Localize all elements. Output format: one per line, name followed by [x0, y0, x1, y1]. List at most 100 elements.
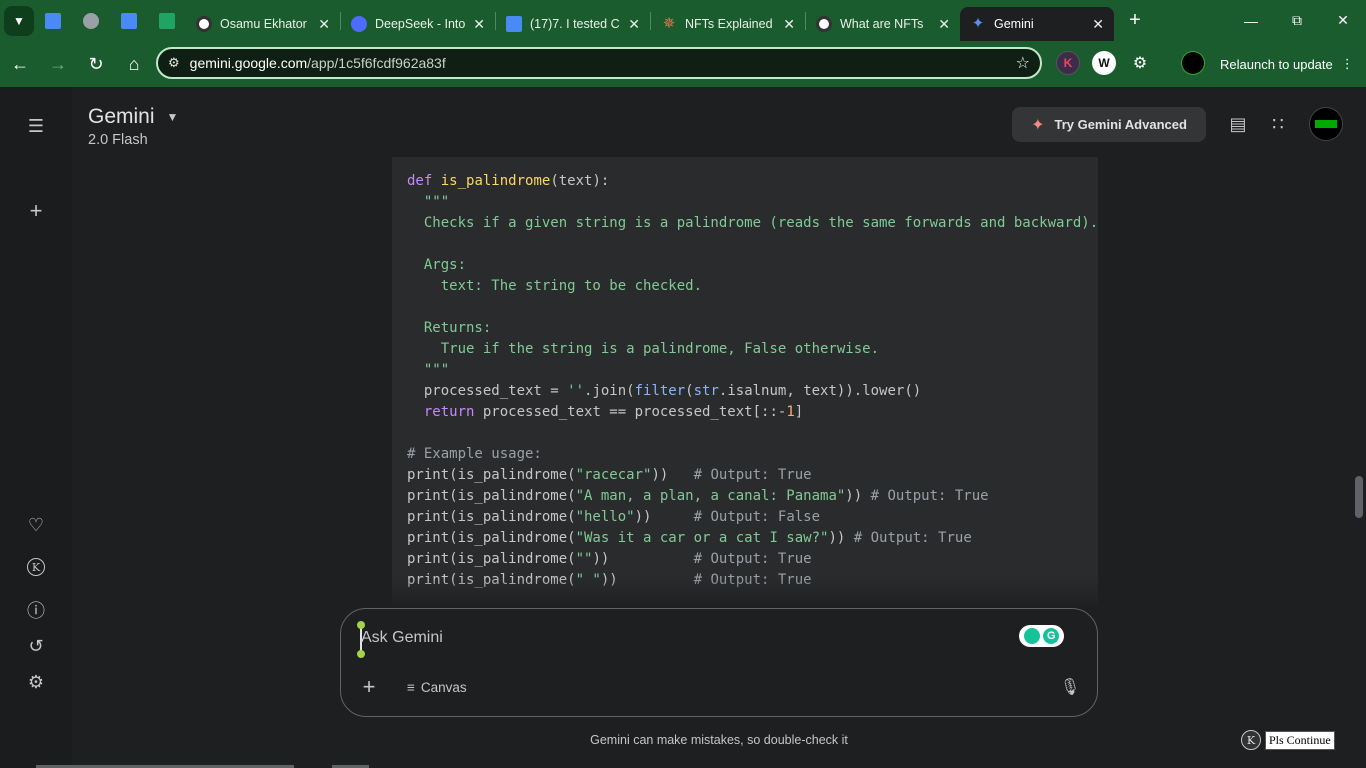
tab-title: (17)7. I tested C — [530, 17, 620, 31]
tab-gemini[interactable]: ✦ Gemini ✕ — [960, 7, 1114, 41]
close-icon[interactable]: ✕ — [628, 16, 640, 33]
try-advanced-button[interactable]: ✦ Try Gemini Advanced — [1012, 107, 1206, 142]
home-button[interactable]: ⌂ — [116, 46, 152, 82]
pinned-tab-globe[interactable] — [72, 6, 110, 36]
relaunch-label: Relaunch to update — [1220, 56, 1333, 72]
close-icon[interactable]: ✕ — [1092, 16, 1104, 33]
archive-icon[interactable]: ▤ — [1226, 112, 1250, 136]
apps-grid-icon[interactable]: ∷ — [1266, 112, 1290, 136]
tab-osamu-ekhator[interactable]: Osamu Ekhator ✕ — [186, 7, 340, 41]
sheets-icon — [159, 12, 175, 29]
reload-icon: ↻ — [88, 53, 104, 74]
settings-gear-icon[interactable]: ⚙ — [24, 670, 48, 694]
extension-k-icon[interactable]: K — [1056, 51, 1080, 75]
more-vert-icon[interactable]: ⋮ — [1341, 56, 1354, 72]
docs-icon — [506, 16, 522, 32]
tab-title: What are NFTs — [840, 17, 924, 31]
plus-icon: + — [1129, 9, 1141, 31]
arrow-right-icon: → — [49, 53, 67, 74]
canvas-icon: ≡ — [407, 679, 415, 695]
close-icon[interactable]: ✕ — [318, 16, 330, 33]
pinned-tab-sheets[interactable] — [148, 6, 186, 36]
globe-icon — [83, 12, 99, 29]
grammarly-icon: G — [1043, 628, 1060, 644]
tab-nfts-explained[interactable]: ✵ NFTs Explained ✕ — [651, 7, 805, 41]
minimize-button[interactable]: — — [1228, 0, 1274, 41]
tab-what-are-nfts[interactable]: What are NFTs ✕ — [806, 7, 960, 41]
tab-title: NFTs Explained — [685, 17, 773, 31]
scroll-fade — [392, 577, 1098, 607]
menu-icon[interactable]: ☰ — [24, 114, 48, 138]
tab-i-tested[interactable]: (17)7. I tested C ✕ — [496, 7, 650, 41]
url-text[interactable]: gemini.google.com/app/1c5f6fcdf962a83f — [190, 55, 1016, 71]
add-attachment-button[interactable]: + — [359, 674, 379, 699]
docs-icon — [45, 12, 61, 29]
docs-icon — [121, 12, 137, 29]
pinned-tab-docs[interactable] — [34, 6, 72, 36]
pinned-tab-docs-2[interactable] — [110, 6, 148, 36]
code-line: """ — [407, 362, 450, 378]
code-line: Checks if a given string is a palindrome… — [407, 215, 1098, 231]
forward-button[interactable]: → — [40, 46, 76, 82]
canvas-label: Canvas — [420, 679, 467, 695]
k-extension-icon[interactable]: K — [24, 555, 48, 579]
reload-button[interactable]: ↻ — [78, 46, 114, 82]
grammarly-widget[interactable]: G — [1019, 625, 1064, 647]
tab-deepseek[interactable]: DeepSeek - Into ✕ — [341, 7, 495, 41]
microphone-icon[interactable]: 🎙 — [1060, 677, 1080, 697]
close-icon[interactable]: ✕ — [783, 16, 795, 33]
openai-icon — [816, 16, 832, 32]
arrow-left-icon: ← — [11, 53, 29, 74]
openai-icon — [196, 16, 212, 32]
browser-toolbar: ← → ↻ ⌂ ⚙ gemini.google.com/app/1c5f6fcd… — [0, 41, 1366, 87]
pls-continue-button[interactable]: Pls Continue — [1265, 730, 1335, 750]
page-scrollbar[interactable] — [1355, 476, 1363, 518]
code-line: print(is_palindrome("racecar")) # Output… — [407, 467, 812, 483]
url-host: gemini.google.com — [189, 55, 308, 71]
model-switcher[interactable]: Gemini ▼ — [88, 105, 178, 129]
account-avatar[interactable] — [1309, 107, 1343, 141]
tab-title: DeepSeek - Into — [375, 17, 466, 31]
relaunch-button[interactable]: Relaunch to update ⋮ — [1220, 49, 1354, 79]
close-window-button[interactable]: ✕ — [1320, 0, 1366, 41]
code-line: print(is_palindrome("hello")) # Output: … — [407, 509, 821, 525]
help-icon[interactable]: ⓘ — [24, 598, 48, 622]
deepseek-icon — [351, 16, 367, 32]
gem-manager-icon[interactable]: ♡ — [24, 513, 48, 537]
back-button[interactable]: ← — [2, 46, 38, 82]
app-title: Gemini — [88, 105, 155, 128]
prompt-input-box[interactable]: Ask Gemini G + ≡ Canvas 🎙 — [340, 608, 1098, 717]
extensions-puzzle-icon[interactable]: ⚙ — [1128, 51, 1152, 75]
close-icon[interactable]: ✕ — [938, 16, 950, 33]
try-advanced-label: Try Gemini Advanced — [1054, 117, 1187, 132]
chevron-down-icon: ▼ — [13, 13, 25, 28]
sparkle-icon: ✦ — [1031, 116, 1045, 134]
close-icon[interactable]: ✕ — [473, 16, 485, 33]
canvas-button[interactable]: ≡ Canvas — [407, 677, 467, 697]
code-line: True if the string is a palindrome, Fals… — [407, 341, 880, 357]
bookmark-star-icon[interactable]: ☆ — [1016, 53, 1030, 73]
code-line: processed_text = ''.join(filter(str.isal… — [407, 383, 922, 399]
pls-continue-widget[interactable]: K Pls Continue — [1241, 730, 1335, 750]
tab-search-button[interactable]: ▼ — [4, 5, 34, 36]
new-chat-plus-icon[interactable]: + — [24, 198, 48, 223]
gemini-icon: ✦ — [971, 15, 985, 32]
code-line: # Example usage: — [407, 446, 542, 462]
claude-icon: ✵ — [662, 15, 676, 32]
code-line: print(is_palindrome("Was it a car or a c… — [407, 530, 972, 546]
code-line: text: The string to be checked. — [407, 278, 703, 294]
new-tab-button[interactable]: + — [1120, 6, 1150, 36]
prompt-input[interactable]: Ask Gemini — [361, 629, 443, 647]
avatar-logo — [1315, 120, 1337, 128]
site-info-icon[interactable]: ⚙ — [168, 55, 180, 71]
code-line: print(is_palindrome("")) # Output: True — [407, 551, 812, 567]
restore-button[interactable]: ⧉ — [1274, 0, 1320, 41]
profile-avatar-icon[interactable] — [1181, 51, 1205, 75]
activity-history-icon[interactable]: ↺ — [24, 634, 48, 658]
caret-down-icon: ▼ — [166, 110, 179, 124]
address-bar[interactable]: ⚙ gemini.google.com/app/1c5f6fcdf962a83f… — [156, 47, 1042, 79]
extension-w-icon[interactable]: W — [1092, 51, 1116, 75]
tab-title: Osamu Ekhator — [220, 17, 307, 31]
gemini-sidebar: ☰ + ♡ K ⓘ ↺ ⚙ — [0, 87, 72, 768]
bulb-icon — [1023, 628, 1040, 644]
